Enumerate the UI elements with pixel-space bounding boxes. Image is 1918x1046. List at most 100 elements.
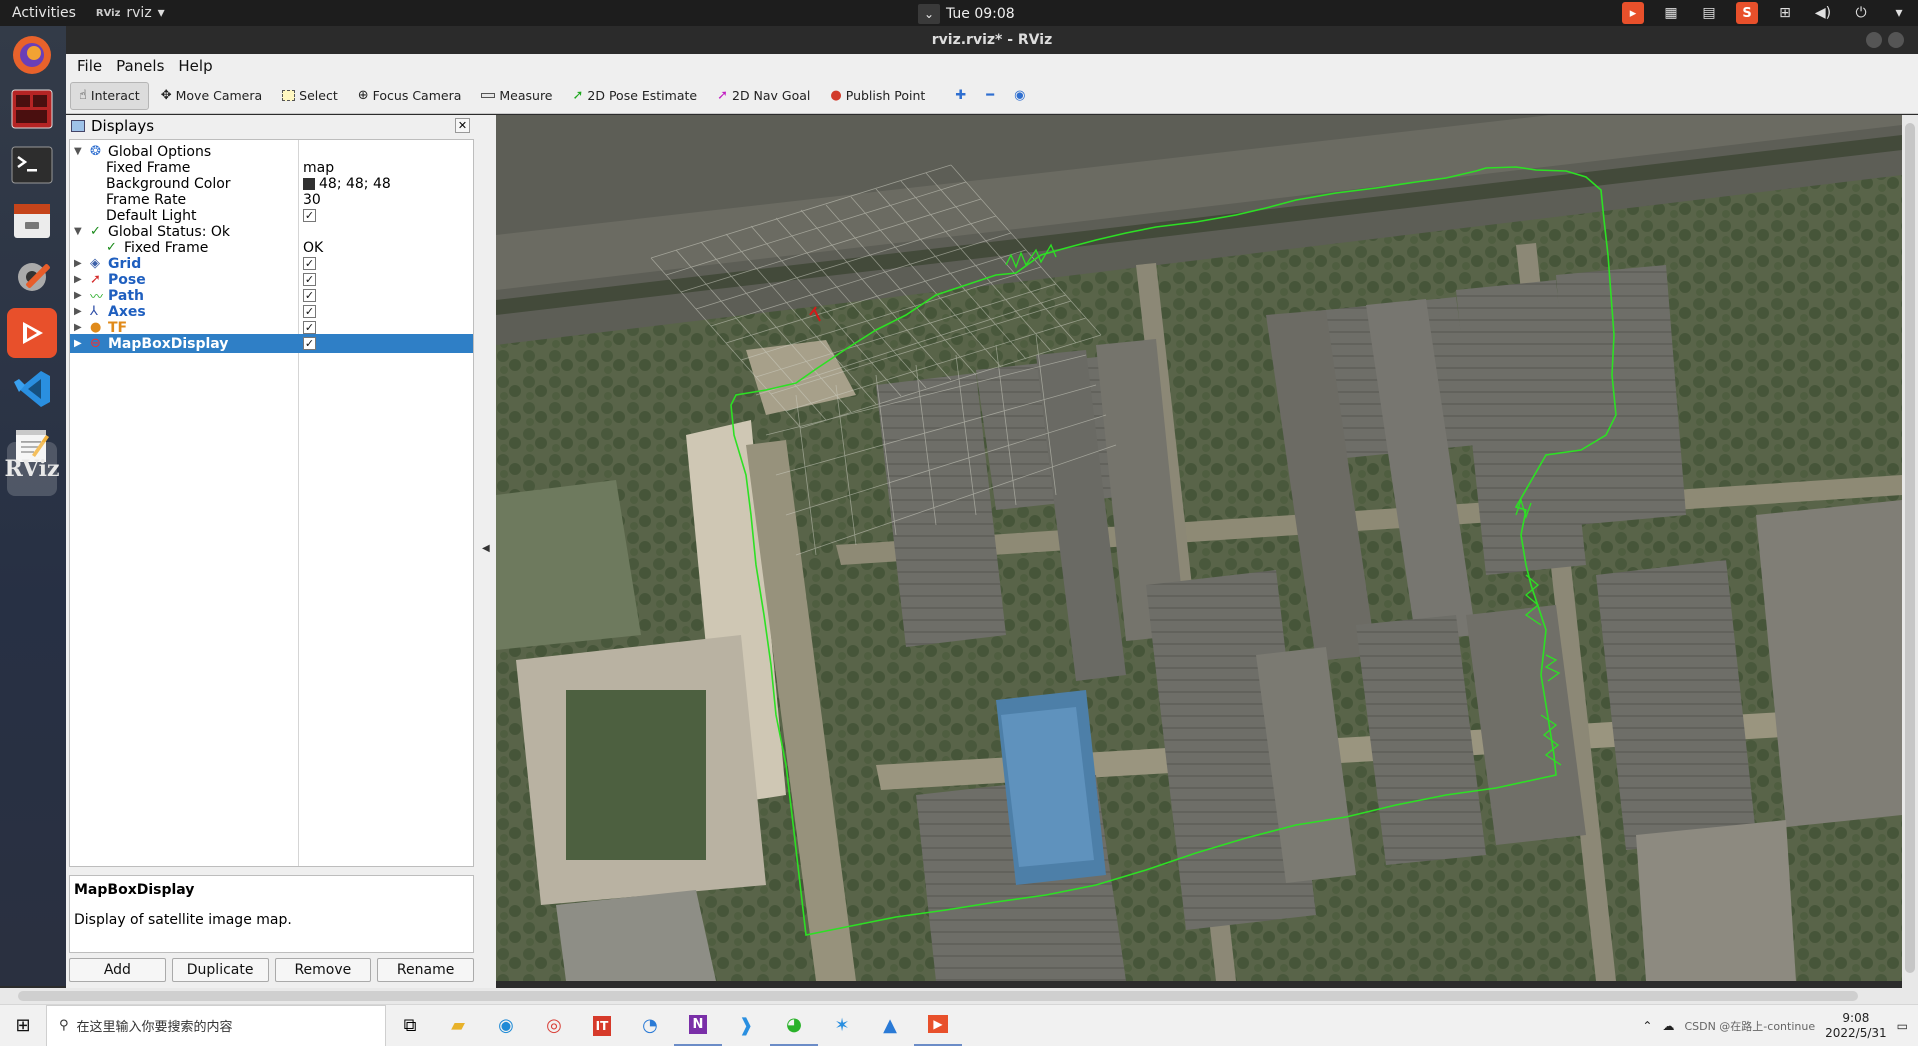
rviz-dock-icon[interactable]: RViz	[4, 442, 60, 496]
volume-icon[interactable]: ◀)	[1812, 2, 1834, 24]
sogou-input-icon[interactable]: S	[1736, 2, 1758, 24]
clock[interactable]: ⌄ Tue 09:08	[918, 3, 1015, 25]
close-panel-button[interactable]: ✕	[455, 118, 470, 133]
collapse-arrow-icon[interactable]: ◀	[482, 543, 490, 554]
chevron-down-icon[interactable]: ⌄	[918, 4, 940, 24]
remove-button[interactable]: Remove	[274, 958, 372, 982]
focus-camera-tool[interactable]: ⊕ Focus Camera	[350, 82, 470, 110]
pose-checkbox[interactable]: ✓	[303, 273, 316, 286]
terminal-icon[interactable]	[7, 140, 57, 190]
pose-estimate-label: 2D Pose Estimate	[587, 88, 698, 103]
remove-tool-button[interactable]: ━	[978, 82, 1002, 110]
move-arrows-icon: ✥	[160, 88, 172, 103]
network-icon[interactable]: ⊞	[1774, 2, 1796, 24]
nav-goal-tool[interactable]: ➚ 2D Nav Goal	[709, 82, 818, 110]
menu-panels[interactable]: Panels	[116, 57, 164, 75]
axes-checkbox[interactable]: ✓	[303, 305, 316, 318]
default-light-checkbox[interactable]: ✓	[303, 209, 316, 222]
scroll-thumb[interactable]	[18, 991, 1858, 1001]
grid-checkbox[interactable]: ✓	[303, 257, 316, 270]
close-button[interactable]	[1888, 32, 1904, 48]
expand-arrow-icon[interactable]: ▶	[74, 306, 82, 317]
vscode-taskbar-icon[interactable]: ❱	[722, 1005, 770, 1046]
select-tool[interactable]: Select	[274, 82, 346, 110]
onenote-icon[interactable]: N	[674, 1005, 722, 1046]
publish-point-tool[interactable]: ● Publish Point	[822, 82, 933, 110]
chrome-icon[interactable]: ◎	[530, 1005, 578, 1046]
scroll-thumb[interactable]	[1905, 123, 1915, 973]
pose-arrow	[809, 306, 821, 322]
app-star-icon[interactable]: ✶	[818, 1005, 866, 1046]
interact-label: Interact	[90, 88, 140, 103]
displays-panel-header: Displays ✕	[66, 115, 476, 137]
file-explorer-icon[interactable]: ▰	[434, 1005, 482, 1046]
keyboard-tray-icon[interactable]: ▦	[1660, 2, 1682, 24]
settings-icon[interactable]	[7, 252, 57, 302]
path-checkbox[interactable]: ✓	[303, 289, 316, 302]
minus-icon: ━	[986, 88, 995, 103]
rename-button[interactable]: Rename	[377, 958, 474, 982]
mapboxdisplay-checkbox[interactable]: ✓	[303, 337, 316, 350]
minimize-button[interactable]	[1866, 32, 1882, 48]
horizontal-scrollbar[interactable]	[0, 988, 1918, 1004]
power-icon[interactable]: ⏻	[1850, 2, 1872, 24]
move-camera-tool[interactable]: ✥ Move Camera	[153, 82, 270, 110]
magenta-arrow-icon: ➚	[717, 88, 728, 103]
add-tool-button[interactable]: ✚	[947, 82, 974, 110]
expand-arrow-icon[interactable]: ▶	[74, 258, 82, 269]
taskbar-clock[interactable]: 9:08 2022/5/31	[1825, 1011, 1887, 1041]
anydesk-taskbar-icon[interactable]: ▶	[914, 1005, 962, 1046]
expand-arrow-icon[interactable]: ▶	[74, 322, 82, 333]
cloud-icon[interactable]: ☁	[1662, 1019, 1674, 1033]
activities-button[interactable]: Activities	[12, 5, 76, 21]
measure-tool[interactable]: Measure	[473, 82, 560, 110]
globe-icon: ❂	[90, 144, 101, 159]
tool-properties-button[interactable]: ◉	[1006, 82, 1033, 110]
search-placeholder: 在这里输入你要搜索的内容	[76, 1020, 233, 1035]
interact-tool[interactable]: ☝ Interact	[70, 81, 149, 110]
firefox-icon[interactable]	[7, 30, 57, 80]
menu-help[interactable]: Help	[178, 57, 212, 75]
wechat-icon[interactable]: ◕	[770, 1005, 818, 1046]
panel-splitter[interactable]: ◀	[476, 115, 496, 988]
chevron-down-icon[interactable]: ▾	[1888, 2, 1910, 24]
task-view-icon[interactable]: ⧉	[386, 1005, 434, 1046]
clipboard-tray-icon[interactable]: ▤	[1698, 2, 1720, 24]
pose-estimate-tool[interactable]: ➚ 2D Pose Estimate	[565, 82, 706, 110]
files-icon[interactable]	[7, 196, 57, 246]
anydesk-tray-icon[interactable]: ▸	[1622, 2, 1644, 24]
add-button[interactable]: Add	[69, 958, 166, 982]
edge-icon[interactable]: ◉	[482, 1005, 530, 1046]
move-camera-label: Move Camera	[175, 88, 263, 103]
expand-arrow-icon[interactable]: ▶	[74, 338, 82, 349]
photos-icon[interactable]: ▲	[866, 1005, 914, 1046]
monitor-icon	[71, 120, 85, 132]
anydesk-icon[interactable]	[7, 308, 57, 358]
expand-arrow-icon[interactable]: ▼	[74, 146, 82, 157]
checkmark-icon: ✓	[90, 224, 101, 239]
windows-start-icon[interactable]: ⊞	[0, 1005, 46, 1046]
render-view[interactable]	[496, 115, 1902, 981]
expand-arrow-icon[interactable]: ▼	[74, 226, 82, 237]
publish-point-label: Publish Point	[845, 88, 926, 103]
notification-icon[interactable]: ▭	[1897, 1019, 1908, 1033]
taskbar-search-box[interactable]: ⚲ 在这里输入你要搜索的内容	[46, 1004, 386, 1046]
ruler-icon	[481, 93, 496, 98]
duplicate-button[interactable]: Duplicate	[171, 958, 269, 982]
description-box: MapBoxDisplay Display of satellite image…	[69, 875, 474, 953]
pdf-reader-icon[interactable]: IT	[578, 1005, 626, 1046]
terminator-icon[interactable]	[7, 84, 57, 134]
tf-checkbox[interactable]: ✓	[303, 321, 316, 334]
tree-row-mapboxdisplay[interactable]: ▶ ⊖ MapBoxDisplay ✓	[70, 334, 473, 353]
vertical-scrollbar[interactable]	[1902, 115, 1918, 988]
windows-taskbar: ⊞ ⚲ 在这里输入你要搜索的内容 ⧉ ▰ ◉ ◎ IT ◔ N ❱ ◕ ✶ ▲ …	[0, 1004, 1918, 1046]
color-swatch	[303, 177, 315, 190]
app-menu[interactable]: RViz rviz ▾	[96, 5, 165, 21]
menu-file[interactable]: File	[77, 57, 102, 75]
expand-arrow-icon[interactable]: ▶	[74, 290, 82, 301]
warning-icon: ●	[90, 320, 102, 335]
chevron-up-icon[interactable]: ⌃	[1642, 1019, 1652, 1033]
qq-icon[interactable]: ◔	[626, 1005, 674, 1046]
vscode-icon[interactable]	[7, 364, 57, 414]
expand-arrow-icon[interactable]: ▶	[74, 274, 82, 285]
